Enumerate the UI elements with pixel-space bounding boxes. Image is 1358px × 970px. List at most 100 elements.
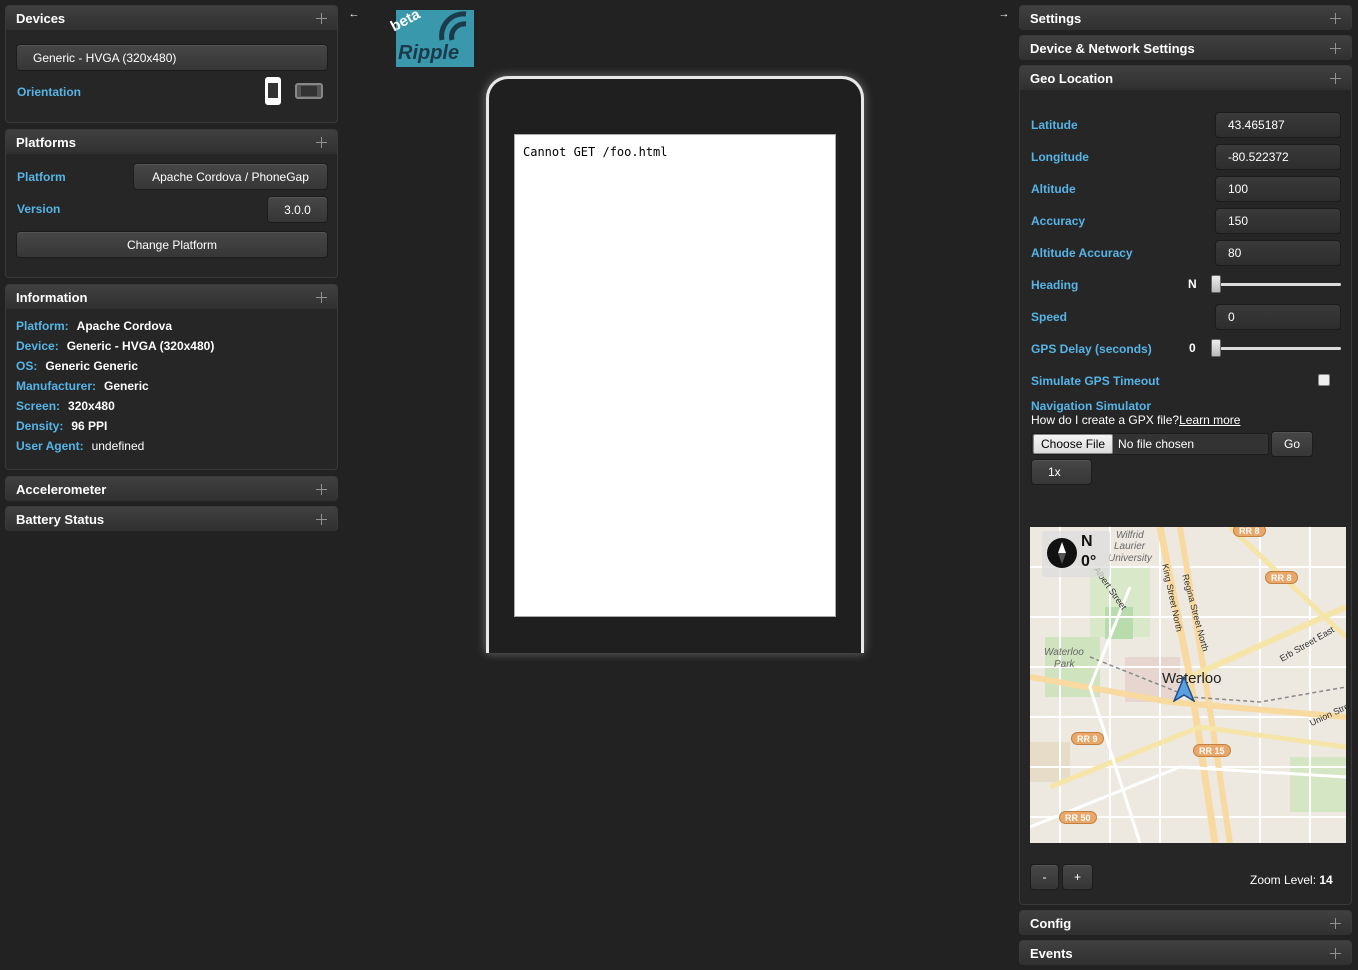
device-screen[interactable]: Cannot GET /foo.html [514,134,836,617]
info-key: Manufacturer: [16,379,97,393]
info-value: Generic [104,379,149,393]
accelerometer-header[interactable]: Accelerometer [6,477,337,501]
zoom-in-button[interactable]: + [1062,864,1093,890]
compass-icon [1047,538,1077,568]
heading-value: N [1188,277,1197,291]
move-icon[interactable] [1330,917,1341,929]
accelerometer-title: Accelerometer [16,481,107,497]
longitude-label: Longitude [1031,150,1089,164]
information-title: Information [16,289,88,305]
landscape-icon[interactable] [295,83,323,99]
map-place-label: Waterloo [1044,647,1084,658]
info-row-screen: Screen: 320x480 [16,396,214,416]
devices-panel: Devices Generic - HVGA (320x480) Orienta… [5,5,338,123]
move-icon[interactable] [1330,42,1341,54]
gps-timeout-checkbox[interactable] [1318,374,1330,386]
accuracy-input[interactable]: 150 [1215,208,1341,234]
gps-delay-value: 0 [1189,341,1196,355]
gps-delay-slider-track[interactable] [1214,347,1341,350]
gps-delay-label: GPS Delay (seconds) [1031,342,1152,356]
platform-label: Platform [17,170,66,184]
settings-panel: Settings [1019,5,1352,30]
device-frame: Cannot GET /foo.html [486,76,864,653]
info-key: Density: [16,419,64,433]
zoom-out-label: - [1042,870,1047,884]
information-header[interactable]: Information [6,285,337,309]
info-value: Generic Generic [45,359,139,373]
latitude-input[interactable]: 43.465187 [1215,112,1341,138]
settings-header[interactable]: Settings [1020,6,1351,30]
speed-label: Speed [1031,310,1068,324]
info-key: Screen: [16,399,61,413]
info-key: Device: [16,339,59,353]
go-button[interactable]: Go [1271,431,1313,457]
move-icon[interactable] [316,513,327,525]
collapse-right-arrow-icon[interactable]: → [996,6,1012,22]
longitude-value: -80.522372 [1228,150,1289,164]
gpx-help: How do I create a GPX file?Learn more [1031,413,1240,427]
geo-header[interactable]: Geo Location [1020,66,1351,90]
file-picker[interactable]: Choose File No file chosen [1031,433,1269,455]
orientation-label: Orientation [17,85,82,99]
move-icon[interactable] [316,483,327,495]
events-panel: Events [1019,940,1352,965]
altitude-accuracy-value: 80 [1228,246,1242,260]
events-title: Events [1030,945,1073,961]
choose-file-button[interactable]: Choose File [1033,434,1114,454]
change-platform-button[interactable]: Change Platform [16,231,328,258]
altitude-input[interactable]: 100 [1215,176,1341,202]
geo-title: Geo Location [1030,70,1114,86]
heading-slider-track[interactable] [1214,283,1341,286]
collapse-left-arrow-icon[interactable]: ← [346,6,362,22]
platform-select[interactable]: Apache Cordova / PhoneGap [133,163,328,190]
config-header[interactable]: Config [1020,911,1351,935]
map-place-label: University [1108,553,1152,564]
learn-more-link[interactable]: Learn more [1179,413,1240,427]
accelerometer-panel: Accelerometer [5,476,338,501]
battery-header[interactable]: Battery Status [6,507,337,531]
version-select[interactable]: 3.0.0 [267,196,328,223]
devices-header[interactable]: Devices [6,6,337,30]
info-row-os: OS: Generic Generic [16,356,214,376]
speed-value: 0 [1228,310,1235,324]
device-select[interactable]: Generic - HVGA (320x480) [16,44,328,71]
move-icon[interactable] [316,136,327,148]
platforms-header[interactable]: Platforms [6,130,337,154]
longitude-input[interactable]: -80.522372 [1215,144,1341,170]
altitude-accuracy-label: Altitude Accuracy [1031,246,1133,260]
move-icon[interactable] [1330,947,1341,959]
settings-title: Settings [1030,10,1082,26]
events-header[interactable]: Events [1020,941,1351,965]
battery-panel: Battery Status [5,506,338,531]
info-value: 96 PPI [71,419,108,433]
zoom-out-button[interactable]: - [1030,864,1059,890]
info-value: undefined [91,439,145,453]
location-marker-icon [1173,676,1195,702]
heading-label: Heading [1031,278,1079,292]
move-icon[interactable] [1330,72,1341,84]
gpx-question: How do I create a GPX file? [1031,413,1180,427]
platforms-title: Platforms [16,134,76,150]
gps-delay-slider-thumb[interactable] [1211,339,1221,357]
move-icon[interactable] [1330,12,1341,24]
map[interactable]: Wilfrid Laurier University Waterloo Park… [1030,527,1346,843]
speed-multiplier-button[interactable]: 1x [1031,459,1092,485]
heading-slider-thumb[interactable] [1211,275,1221,293]
move-icon[interactable] [316,291,327,303]
battery-title: Battery Status [16,511,105,527]
info-value: Generic - HVGA (320x480) [66,339,215,353]
information-list: Platform: Apache Cordova Device: Generic -… [16,316,214,456]
portrait-icon[interactable] [265,77,281,105]
zoom-level-label: Zoom Level: [1250,873,1317,887]
move-icon[interactable] [316,12,327,24]
go-label: Go [1283,437,1300,451]
altitude-value: 100 [1228,182,1249,196]
map-road-badge: RR 50 [1059,811,1097,824]
info-row-density: Density: 96 PPI [16,416,214,436]
altitude-accuracy-input[interactable]: 80 [1215,240,1341,266]
speed-input[interactable]: 0 [1215,304,1341,330]
config-panel: Config [1019,910,1352,935]
network-header[interactable]: Device & Network Settings [1020,36,1351,60]
gps-timeout-label: Simulate GPS Timeout [1031,374,1160,388]
map-road-badge: RR 9 [1071,732,1104,745]
